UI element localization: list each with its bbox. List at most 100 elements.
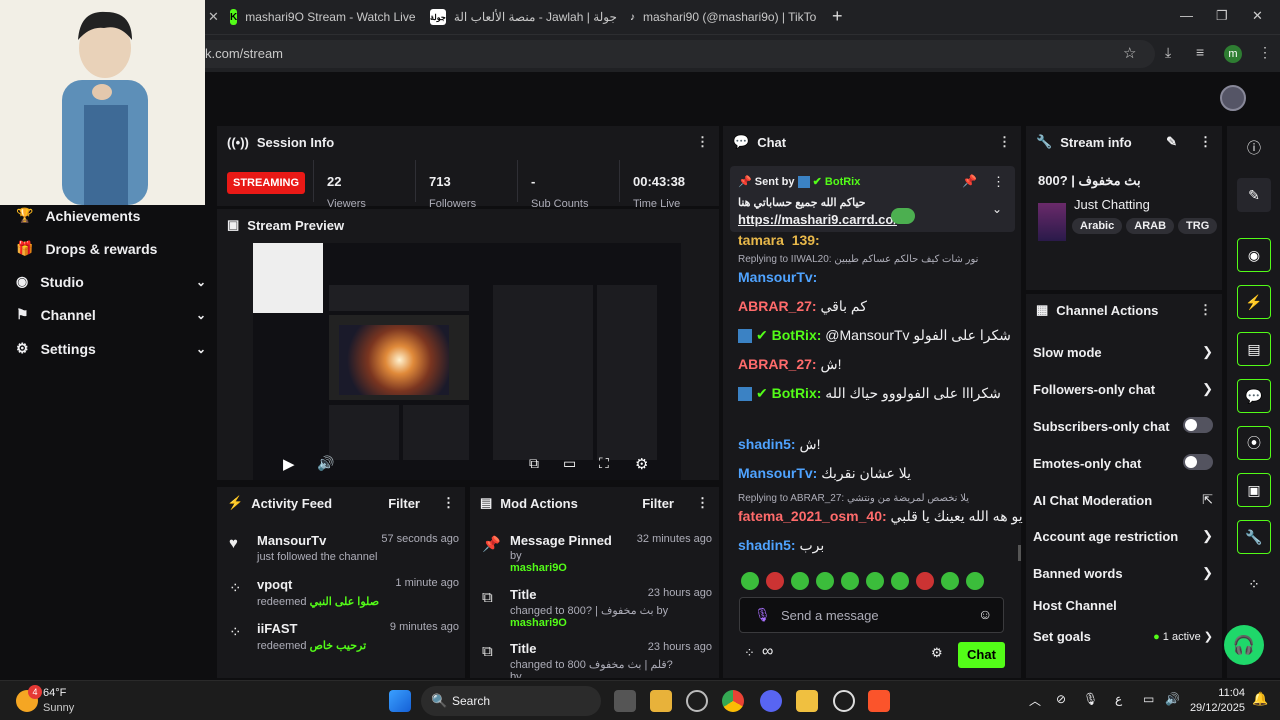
- chevron-down-icon[interactable]: ⌄: [196, 275, 206, 289]
- lightning-icon[interactable]: ⚡: [1237, 285, 1271, 319]
- emote-icon[interactable]: [791, 572, 809, 590]
- chat-username[interactable]: shadin5:: [738, 537, 796, 553]
- drops-icon[interactable]: ⁘: [1237, 567, 1271, 601]
- chat-username[interactable]: fatema_2021_osm_40:: [738, 508, 887, 524]
- pinned-link[interactable]: https://mashari9.carrd.co/: [738, 212, 897, 227]
- window-close-icon[interactable]: ✕: [1252, 8, 1263, 24]
- brave-icon[interactable]: [868, 690, 890, 712]
- sidebar-item-studio[interactable]: ◉ Studio ⌄: [16, 273, 206, 290]
- chat-scrollbar[interactable]: [1018, 545, 1021, 561]
- tag-chip[interactable]: Arabic: [1072, 218, 1123, 234]
- windows-start-icon[interactable]: [389, 690, 411, 712]
- maximize-icon[interactable]: ❐: [1216, 8, 1228, 24]
- network-off-icon[interactable]: ⊘: [1056, 692, 1066, 706]
- chat-message[interactable]: shadin5: ش!: [738, 436, 820, 453]
- toggle-switch[interactable]: [1183, 416, 1213, 433]
- address-bar[interactable]: k.com/stream: [205, 40, 1155, 68]
- close-icon[interactable]: ✕: [824, 9, 825, 25]
- fullscreen-icon[interactable]: ⛶: [599, 455, 609, 472]
- channel-action-host-channel[interactable]: Host Channel: [1033, 596, 1213, 614]
- chat-settings-icon[interactable]: ⚙: [931, 645, 943, 661]
- obs-icon[interactable]: [686, 690, 708, 712]
- emote-icon[interactable]: [741, 572, 759, 590]
- chevron-right-icon[interactable]: ❯: [1202, 528, 1213, 544]
- language-indicator[interactable]: ع: [1115, 692, 1122, 706]
- chat-username[interactable]: BotRix:: [772, 385, 822, 401]
- microphone-icon[interactable]: 🎙: [754, 607, 771, 623]
- chat-username[interactable]: ABRAR_27:: [738, 298, 817, 314]
- tab-kick-stream[interactable]: K mashari9O Stream - Watch Live ✕: [230, 0, 425, 34]
- chat-username[interactable]: MansourTv:: [738, 465, 817, 481]
- weather-temp[interactable]: 64°F: [43, 687, 66, 699]
- unpin-icon[interactable]: 📌: [962, 174, 977, 188]
- chevron-down-icon[interactable]: ⌄: [196, 342, 206, 356]
- volume-icon[interactable]: 🔊: [317, 455, 334, 472]
- file-explorer-icon[interactable]: [650, 690, 672, 712]
- channel-action-account-age-restriction[interactable]: Account age restriction ❯: [1033, 527, 1213, 545]
- chat-reply-context[interactable]: Replying to ABRAR_27: يلا نخصص لمريضة من…: [738, 493, 969, 504]
- toggle-switch[interactable]: [1183, 453, 1213, 470]
- list-item[interactable]: ⧉ Title 23 hours ago changed to 800? | بث م…: [482, 587, 712, 637]
- chrome-icon[interactable]: [722, 690, 744, 712]
- sidebar-item-achievements[interactable]: 🏆 Achievements: [16, 207, 206, 224]
- external-link-icon[interactable]: ⇱: [1202, 492, 1213, 508]
- chat-message[interactable]: ✔ BotRix: @MansourTv شكرا على الفولو: [738, 327, 1011, 344]
- chat-message[interactable]: ABRAR_27: ش!: [738, 356, 841, 373]
- list-item[interactable]: 📌 Message Pinned 32 minutes ago by mashari9O: [482, 533, 712, 583]
- chat-reply-context[interactable]: Replying to IIWAL20: نور شات كيف حالكم ع…: [738, 254, 978, 265]
- emote-icon[interactable]: [866, 572, 884, 590]
- list-item[interactable]: ⁘ iiFAST 9 minutes ago redeemed ترحيب خاص: [229, 621, 459, 661]
- emoji-icon[interactable]: ☺: [978, 606, 992, 622]
- more-options-icon[interactable]: ⋮: [1199, 134, 1212, 150]
- more-options-icon[interactable]: ⋮: [998, 134, 1011, 150]
- bookmark-star-icon[interactable]: ☆: [1123, 44, 1136, 62]
- notification-bell-icon[interactable]: 🔔: [1252, 691, 1268, 707]
- app-icon[interactable]: [796, 690, 818, 712]
- chevron-down-icon[interactable]: ⌄: [196, 308, 206, 322]
- user-avatar[interactable]: [1220, 85, 1246, 111]
- browser-menu-icon[interactable]: ⋮: [1258, 44, 1272, 61]
- stream-video[interactable]: ▶ 🔊 ⧉ ▭ ⛶ ⚙: [253, 243, 681, 480]
- emote-icon[interactable]: [841, 572, 859, 590]
- emote-icon[interactable]: [916, 572, 934, 590]
- more-options-icon[interactable]: ⋮: [442, 495, 455, 511]
- channel-action-followers-only-chat[interactable]: Followers-only chat ❯: [1033, 380, 1213, 398]
- chat-message[interactable]: MansourTv:: [738, 269, 817, 285]
- chat-message[interactable]: fatema_2021_osm_40: يو هه الله يعينك يا …: [738, 508, 1023, 525]
- channel-action-subscribers-only-chat[interactable]: Subscribers-only chat: [1033, 416, 1213, 435]
- settings-gear-icon[interactable]: ⚙: [635, 455, 648, 473]
- list-item[interactable]: ⁘ vpoqt 1 minute ago redeemed صلوا على النب…: [229, 577, 459, 617]
- edit-pencil-icon[interactable]: ✎: [1166, 134, 1177, 150]
- settings-app-icon[interactable]: [833, 690, 855, 712]
- chevron-down-icon[interactable]: ⌄: [992, 202, 1002, 216]
- pip-icon[interactable]: ⧉: [529, 455, 539, 472]
- chat-message[interactable]: ✔ BotRix: شكرااا على الفولووو حياك الله: [738, 385, 1001, 402]
- download-icon[interactable]: ⤓: [1165, 44, 1171, 61]
- list-item[interactable]: ⧉ Title 23 hours ago changed to 800 قلم | ب…: [482, 641, 712, 678]
- list-item[interactable]: ♥ MansourTv 57 seconds ago just followed th…: [229, 533, 459, 573]
- volume-icon[interactable]: 🔊: [1165, 692, 1180, 706]
- filter-button[interactable]: Filter: [642, 496, 674, 511]
- taskbar-search[interactable]: 🔍 Search: [421, 686, 601, 716]
- tab-tiktok[interactable]: ♪ mashari90 (@mashari9o) | TikTo ✕: [630, 0, 825, 34]
- camera-icon[interactable]: ◉: [1237, 238, 1271, 272]
- chat-username[interactable]: ABRAR_27:: [738, 356, 817, 372]
- kick-drops-icon[interactable]: ⁘: [744, 645, 755, 661]
- chevron-right-icon[interactable]: ❯: [1202, 565, 1213, 581]
- media-control-icon[interactable]: ≡: [1196, 44, 1204, 60]
- edit-pencil-icon[interactable]: ✎: [1237, 178, 1271, 212]
- new-tab-button[interactable]: +: [832, 6, 843, 27]
- filter-button[interactable]: Filter: [388, 496, 420, 511]
- tag-chip[interactable]: ARAB: [1126, 218, 1175, 234]
- channel-action-banned-words[interactable]: Banned words ❯: [1033, 564, 1213, 582]
- close-icon[interactable]: ✕: [424, 9, 425, 25]
- chat-username[interactable]: BotRix:: [772, 327, 822, 343]
- notes-icon[interactable]: ▤: [1237, 332, 1271, 366]
- more-options-icon[interactable]: ⋮: [696, 495, 709, 511]
- emote-quick-row[interactable]: [741, 572, 1011, 592]
- sidebar-item-drops-rewards[interactable]: 🎁 Drops & rewards: [16, 240, 206, 257]
- chat-message[interactable]: ABRAR_27: كم باقي: [738, 298, 867, 315]
- chevron-right-icon[interactable]: ❯: [1202, 381, 1213, 397]
- chat-username[interactable]: MansourTv:: [738, 269, 817, 285]
- layout-icon[interactable]: ▣: [1237, 473, 1271, 507]
